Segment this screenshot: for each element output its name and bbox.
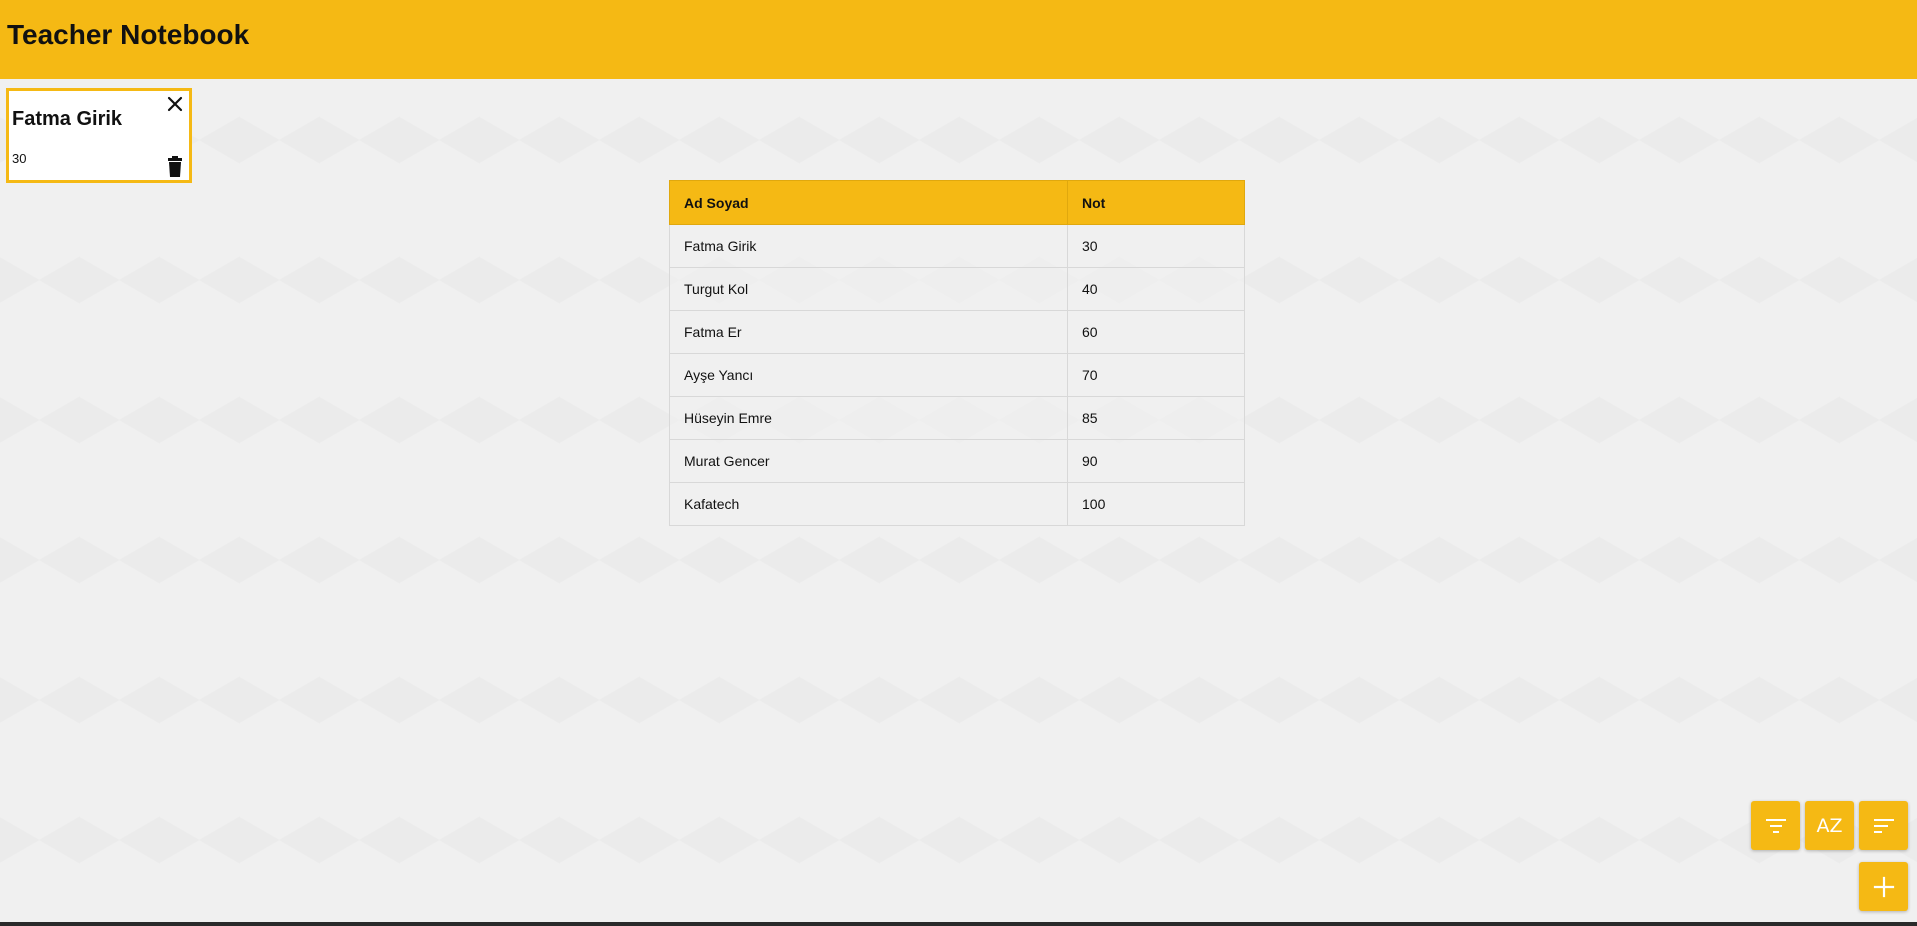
sort-button[interactable]	[1859, 801, 1908, 850]
row-name: Fatma Girik	[669, 224, 1068, 268]
trash-icon[interactable]	[165, 156, 185, 178]
row-grade: 100	[1067, 482, 1245, 526]
plus-icon	[1873, 876, 1894, 897]
header-name[interactable]: Ad Soyad	[669, 180, 1068, 225]
table-row[interactable]: Hüseyin Emre 85	[669, 396, 1245, 440]
table-row[interactable]: Fatma Girik 30	[669, 224, 1245, 268]
filter-icon	[1765, 818, 1786, 833]
row-name: Murat Gencer	[669, 439, 1068, 483]
header-grade[interactable]: Not	[1067, 180, 1245, 225]
sort-icon	[1873, 818, 1894, 833]
card-student-name: Fatma Girik	[12, 108, 123, 130]
row-grade: 85	[1067, 396, 1245, 440]
add-student-button[interactable]	[1859, 862, 1908, 911]
row-name: Ayşe Yancı	[669, 353, 1068, 397]
row-grade: 40	[1067, 267, 1245, 311]
sort-alphabetical-button[interactable]: AZ	[1805, 801, 1854, 850]
row-grade: 60	[1067, 310, 1245, 354]
row-grade: 70	[1067, 353, 1245, 397]
row-grade: 90	[1067, 439, 1245, 483]
table-row[interactable]: Turgut Kol 40	[669, 267, 1245, 311]
row-name: Kafatech	[669, 482, 1068, 526]
app-header: Teacher Notebook	[0, 0, 1917, 79]
selected-student-card[interactable]: Fatma Girik 30	[6, 88, 192, 183]
row-name: Fatma Er	[669, 310, 1068, 354]
row-name: Turgut Kol	[669, 267, 1068, 311]
table-row[interactable]: Murat Gencer 90	[669, 439, 1245, 483]
card-student-grade: 30	[12, 151, 27, 166]
grades-table: Ad Soyad Not Fatma Girik 30 Turgut Kol 4…	[669, 180, 1245, 526]
table-row[interactable]: Ayşe Yancı 70	[669, 353, 1245, 397]
row-name: Hüseyin Emre	[669, 396, 1068, 440]
sort-az-icon: AZ	[1816, 814, 1843, 837]
table-header-row: Ad Soyad Not	[669, 180, 1245, 225]
app-title: Teacher Notebook	[7, 19, 250, 50]
row-grade: 30	[1067, 224, 1245, 268]
table-row[interactable]: Fatma Er 60	[669, 310, 1245, 354]
filter-button[interactable]	[1751, 801, 1800, 850]
table-row[interactable]: Kafatech 100	[669, 482, 1245, 526]
taskbar-edge	[0, 922, 1917, 926]
close-icon[interactable]	[164, 93, 186, 115]
